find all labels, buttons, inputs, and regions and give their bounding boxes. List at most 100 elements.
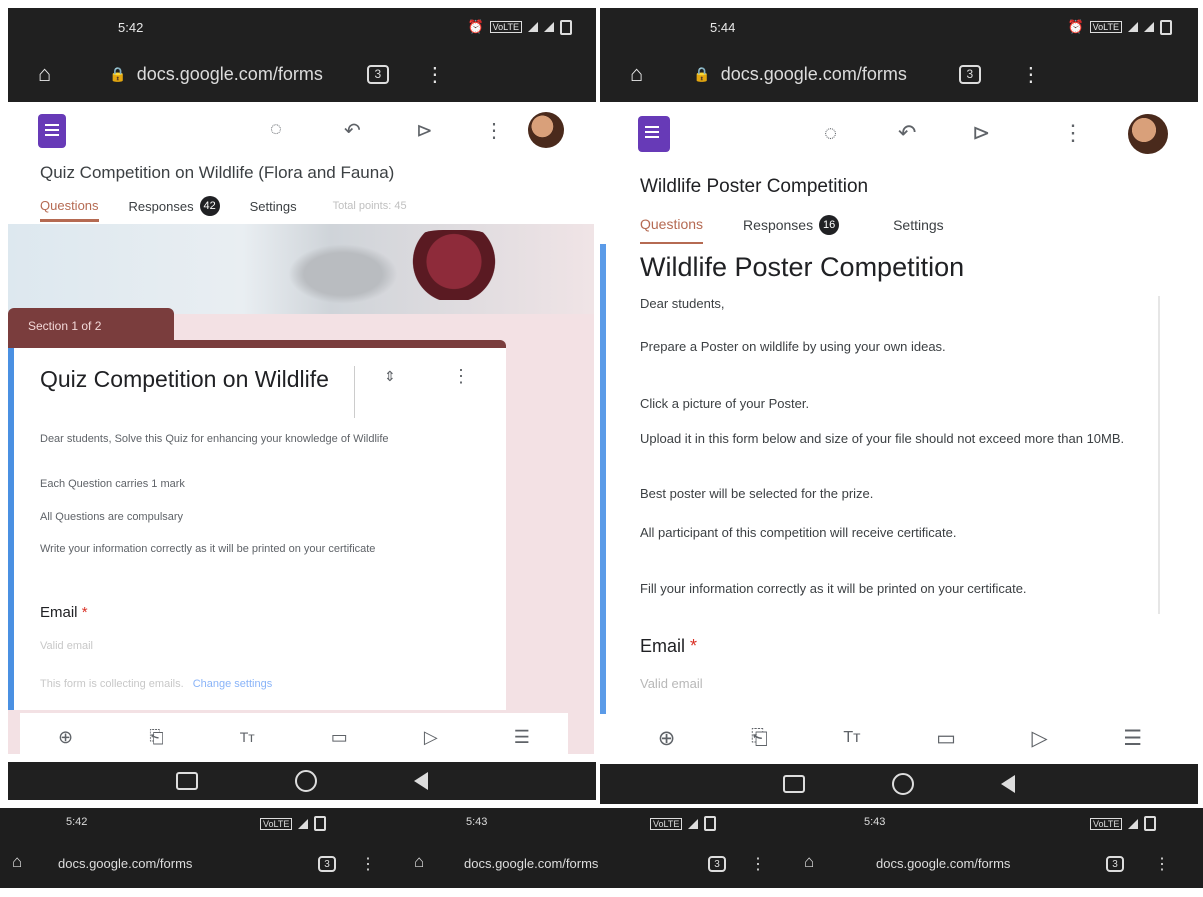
signal-icon <box>688 818 699 829</box>
volte-icon: VoLTE <box>650 817 683 830</box>
right-desc-3: Click a picture of your Poster. <box>640 396 810 411</box>
left-url-text[interactable]: docs.google.com/forms <box>137 64 323 85</box>
section-label-text: Section 1 of 2 <box>28 319 102 333</box>
import-questions-icon[interactable]: ⎗ <box>751 726 768 750</box>
back-button[interactable] <box>413 772 428 790</box>
send-icon[interactable]: ⊳ <box>972 120 990 146</box>
strip-2-menu-icon[interactable]: ⋮ <box>750 854 766 874</box>
email-field[interactable]: Valid email <box>40 640 93 652</box>
right-section-card[interactable]: Wildlife Poster Competition Dear student… <box>600 244 1160 714</box>
right-section-title[interactable]: Wildlife Poster Competition <box>640 252 964 283</box>
browser-menu-icon[interactable]: ⋮ <box>1021 62 1041 87</box>
home-button[interactable] <box>891 773 914 795</box>
right-status-icons: ⏰ VoLTE <box>1067 19 1172 35</box>
tab-questions[interactable]: Questions <box>40 198 99 222</box>
palette-icon[interactable]: ◌ <box>270 118 282 141</box>
email-label: Email * <box>40 604 88 621</box>
bottom-strip-1: 5:42 VoLTE ⌂ docs.google.com/forms 3 ⋮ <box>0 808 400 888</box>
palette-icon[interactable]: ◌ <box>824 120 837 146</box>
strip-1-tab-count[interactable]: 3 <box>318 856 336 872</box>
add-image-icon[interactable]: ▭ <box>936 726 956 751</box>
undo-icon[interactable]: ↶ <box>898 120 916 146</box>
section-title[interactable]: Quiz Competition on Wildlife <box>40 364 340 394</box>
left-nav-bar <box>8 762 596 800</box>
add-title-icon[interactable]: Tт <box>843 729 860 747</box>
signal-icon <box>1128 22 1138 32</box>
signal-icon <box>528 22 538 32</box>
volte-icon: VoLTE <box>1090 817 1123 830</box>
right-status-time: 5:44 <box>710 19 736 35</box>
section-card[interactable]: Quiz Competition on Wildlife ⇕ ⋮ Dear st… <box>8 348 506 710</box>
add-video-icon[interactable]: ▷ <box>1032 726 1048 751</box>
send-icon[interactable]: ⊳ <box>416 118 433 143</box>
volte-icon: VoLTE <box>260 817 293 830</box>
home-icon[interactable]: ⌂ <box>38 61 51 87</box>
recents-button[interactable] <box>783 775 806 793</box>
strip-3-menu-icon[interactable]: ⋮ <box>1154 854 1170 874</box>
import-questions-icon[interactable]: ⎗ <box>149 727 163 748</box>
add-image-icon[interactable]: ▭ <box>331 727 348 748</box>
tab-responses[interactable]: Responses 16 <box>743 214 840 235</box>
tab-switcher-button[interactable]: 3 <box>958 64 981 84</box>
home-icon[interactable]: ⌂ <box>804 852 814 872</box>
change-settings-link[interactable]: Change settings <box>193 678 273 690</box>
right-url-text[interactable]: docs.google.com/forms <box>721 64 907 85</box>
recents-button[interactable] <box>176 772 199 790</box>
strip-3-tab-count[interactable]: 3 <box>1106 856 1124 872</box>
tab-settings[interactable]: Settings <box>250 199 297 214</box>
back-button[interactable] <box>1000 775 1015 793</box>
strip-1-time: 5:42 <box>66 816 88 828</box>
section-desc-2: Each Question carries 1 mark <box>40 478 185 490</box>
home-icon[interactable]: ⌂ <box>630 61 643 87</box>
strip-3-url[interactable]: docs.google.com/forms <box>876 856 1010 871</box>
total-points-label: Total points: 45 <box>332 200 407 212</box>
avatar[interactable] <box>528 112 564 148</box>
email-field[interactable]: Valid email <box>640 676 703 691</box>
signal-icon <box>544 22 554 32</box>
left-form-title: Quiz Competition on Wildlife (Flora and … <box>40 163 395 182</box>
right-app-header: ◌ ↶ ⊳ ⋮ <box>638 114 1188 156</box>
home-button[interactable] <box>294 770 317 792</box>
more-options-icon[interactable]: ⋮ <box>484 118 504 143</box>
right-url-bar: ⌂ 🔒 docs.google.com/forms 3 ⋮ <box>600 46 1198 102</box>
strip-3-time: 5:43 <box>864 816 886 828</box>
undo-icon[interactable]: ↶ <box>344 118 361 143</box>
add-question-icon[interactable]: ⊕ <box>58 727 73 748</box>
signal-icon <box>1128 818 1139 829</box>
right-bottom-toolbar: ⊕ ⎗ Tт ▭ ▷ ☰ <box>620 714 1180 762</box>
home-icon[interactable]: ⌂ <box>414 852 424 872</box>
tab-questions[interactable]: Questions <box>640 216 704 245</box>
left-bottom-toolbar: ⊕ ⎗ Tт ▭ ▷ ☰ <box>20 713 568 761</box>
avatar[interactable] <box>1128 114 1168 154</box>
tab-switcher-button[interactable]: 3 <box>366 64 389 84</box>
email-label-text: Email <box>640 636 686 656</box>
tab-responses[interactable]: Responses 42 <box>129 196 220 216</box>
tab-responses-label: Responses <box>743 216 814 233</box>
strip-2-url[interactable]: docs.google.com/forms <box>464 856 598 871</box>
section-label: Section 1 of 2 <box>8 308 174 344</box>
add-question-icon[interactable]: ⊕ <box>658 726 676 751</box>
strip-1-url[interactable]: docs.google.com/forms <box>58 856 192 871</box>
volte-icon: VoLTE <box>1089 21 1122 33</box>
responses-count-badge: 16 <box>819 214 840 235</box>
strip-2-tab-count[interactable]: 3 <box>708 856 726 872</box>
add-section-icon[interactable]: ☰ <box>1123 726 1142 751</box>
home-icon[interactable]: ⌂ <box>12 852 22 872</box>
right-desc-1: Dear students, <box>640 296 725 311</box>
add-title-icon[interactable]: Tт <box>240 729 255 745</box>
browser-menu-icon[interactable]: ⋮ <box>425 62 445 87</box>
add-section-icon[interactable]: ☰ <box>514 727 530 748</box>
section-more-icon[interactable]: ⋮ <box>452 366 470 387</box>
required-marker: * <box>81 604 88 621</box>
header-image-decoration <box>398 230 510 300</box>
add-video-icon[interactable]: ▷ <box>424 727 438 748</box>
right-card-scrollbar[interactable] <box>1158 296 1160 614</box>
tab-settings[interactable]: Settings <box>893 217 944 233</box>
strip-1-menu-icon[interactable]: ⋮ <box>360 854 376 874</box>
alarm-icon: ⏰ <box>1067 19 1084 34</box>
battery-icon <box>1144 816 1157 831</box>
more-options-icon[interactable]: ⋮ <box>1062 120 1084 146</box>
collapse-icon[interactable]: ⇕ <box>384 368 396 385</box>
bottom-strip-2: 5:43 VoLTE ⌂ docs.google.com/forms 3 ⋮ <box>400 808 790 888</box>
battery-icon <box>704 816 717 831</box>
